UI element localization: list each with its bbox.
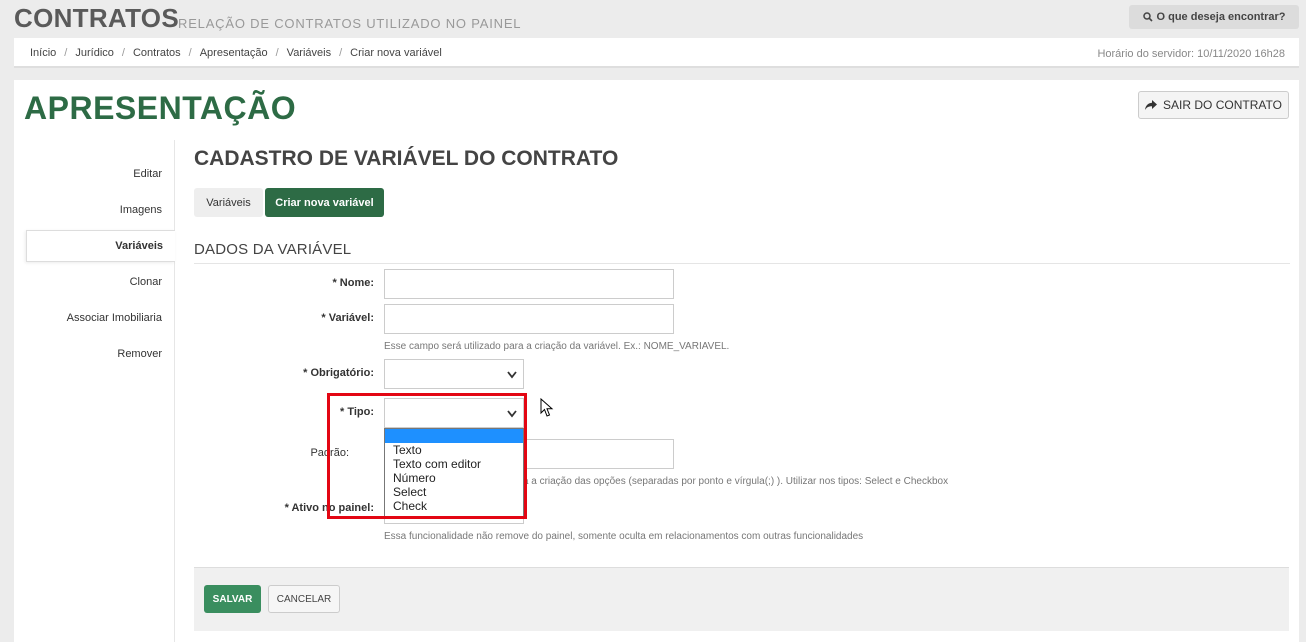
sidebar-item-variaveis[interactable]: Variáveis bbox=[26, 230, 175, 262]
highlight-annotation bbox=[327, 393, 527, 519]
search-label: O que deseja encontrar? bbox=[1156, 11, 1286, 23]
tab-criar-nova-variavel[interactable]: Criar nova variável bbox=[265, 188, 384, 217]
padrao-help: ara a criação das opções (separadas por … bbox=[514, 476, 949, 487]
sidebar-item-remover[interactable]: Remover bbox=[26, 348, 162, 360]
section-title: CADASTRO DE VARIÁVEL DO CONTRATO bbox=[194, 147, 619, 170]
share-arrow-icon bbox=[1145, 100, 1158, 110]
ativo-help: Essa funcionalidade não remove do painel… bbox=[384, 531, 864, 542]
breadcrumb-item-apresentacao[interactable]: Apresentação bbox=[200, 47, 268, 59]
chevron-down-icon bbox=[507, 371, 517, 379]
breadcrumb-item-inicio[interactable]: Início bbox=[30, 47, 56, 59]
page-title: APRESENTAÇÃO bbox=[24, 90, 297, 126]
sidebar-divider bbox=[174, 140, 175, 642]
breadcrumb-item-juridico[interactable]: Jurídico bbox=[75, 47, 114, 59]
nome-input[interactable] bbox=[384, 269, 674, 299]
obrigatorio-select[interactable] bbox=[384, 359, 524, 389]
save-button[interactable]: SALVAR bbox=[204, 585, 261, 613]
form-actions-bar bbox=[194, 567, 1289, 631]
obrigatorio-label: * Obrigatório: bbox=[303, 367, 374, 379]
breadcrumb-item-current: Criar nova variável bbox=[350, 47, 442, 59]
app-subtitle: RELAÇÃO DE CONTRATOS UTILIZADO NO PAINEL bbox=[178, 16, 522, 31]
nome-label: * Nome: bbox=[332, 277, 374, 289]
search-button[interactable]: O que deseja encontrar? bbox=[1129, 5, 1299, 29]
breadcrumb-separator: / bbox=[339, 47, 343, 59]
sidebar-item-associar-imobiliaria[interactable]: Associar Imobiliaria bbox=[26, 312, 162, 324]
tab-variaveis[interactable]: Variáveis bbox=[194, 188, 263, 217]
server-time: Horário do servidor: 10/11/2020 16h28 bbox=[1097, 48, 1285, 60]
main-panel: APRESENTAÇÃO SAIR DO CONTRATO Editar Ima… bbox=[14, 80, 1299, 642]
top-bar: CONTRATOS RELAÇÃO DE CONTRATOS UTILIZADO… bbox=[0, 0, 1306, 38]
variavel-input[interactable] bbox=[384, 304, 674, 334]
exit-contract-button[interactable]: SAIR DO CONTRATO bbox=[1138, 91, 1289, 119]
breadcrumb: Início / Jurídico / Contratos / Apresentaçã… bbox=[30, 47, 442, 59]
variavel-help: Esse campo será utilizado para a criação… bbox=[384, 341, 730, 352]
fieldset-title: DADOS DA VARIÁVEL bbox=[194, 241, 352, 258]
breadcrumb-bar: Início / Jurídico / Contratos / Apresentaçã… bbox=[14, 38, 1299, 68]
breadcrumb-separator: / bbox=[64, 47, 68, 59]
sidebar-item-imagens[interactable]: Imagens bbox=[26, 204, 162, 216]
breadcrumb-item-contratos[interactable]: Contratos bbox=[133, 47, 181, 59]
breadcrumb-separator: / bbox=[121, 47, 125, 59]
cancel-button[interactable]: CANCELAR bbox=[268, 585, 340, 613]
search-icon bbox=[1142, 12, 1153, 22]
breadcrumb-item-variaveis[interactable]: Variáveis bbox=[287, 47, 331, 59]
breadcrumb-separator: / bbox=[188, 47, 192, 59]
sidebar-item-clonar[interactable]: Clonar bbox=[26, 276, 162, 288]
variavel-label: * Variável: bbox=[321, 312, 374, 324]
exit-contract-label: SAIR DO CONTRATO bbox=[1163, 98, 1282, 112]
fieldset-divider bbox=[194, 263, 1290, 264]
mouse-cursor-icon bbox=[540, 398, 554, 417]
breadcrumb-separator: / bbox=[275, 47, 279, 59]
app-title: CONTRATOS bbox=[14, 3, 179, 33]
sidebar-item-label: Variáveis bbox=[115, 240, 163, 252]
sidebar-item-editar[interactable]: Editar bbox=[26, 168, 162, 180]
